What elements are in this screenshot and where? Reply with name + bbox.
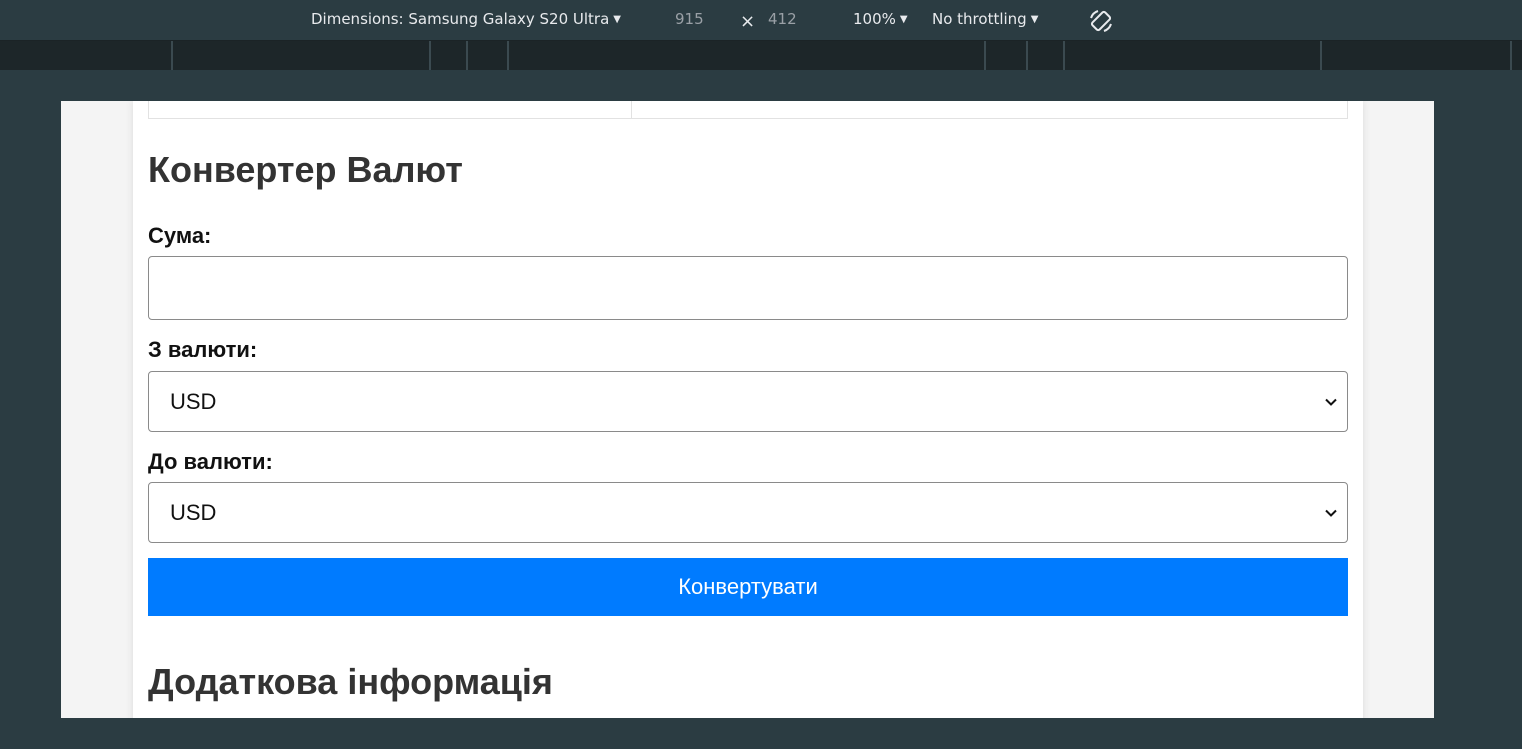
throttling-label: No throttling — [932, 10, 1027, 28]
previous-table-bottom — [148, 101, 1348, 119]
times-icon: × — [740, 11, 756, 32]
ruler-mark — [466, 41, 468, 70]
chevron-down-icon — [1325, 398, 1337, 406]
ruler-mark — [171, 41, 173, 70]
ruler-mark — [1063, 41, 1065, 70]
chevron-down-icon: ▼ — [899, 14, 908, 25]
ruler-mark — [1320, 41, 1322, 70]
content-card: Конвертер Валют Сума: З валюти: USD До в… — [133, 101, 1363, 718]
ruler-mark — [1026, 41, 1028, 70]
zoom-dropdown[interactable]: 100% ▼ — [853, 10, 908, 28]
from-currency-select[interactable]: USD — [148, 371, 1348, 432]
chevron-down-icon — [1325, 509, 1337, 517]
throttling-dropdown[interactable]: No throttling ▼ — [932, 10, 1038, 28]
additional-info-title: Додаткова інформація — [148, 661, 553, 702]
converter-title: Конвертер Валют — [148, 149, 463, 190]
media-query-bar — [0, 41, 1522, 70]
table-column-divider — [631, 101, 632, 118]
to-currency-select[interactable]: USD — [148, 482, 1348, 543]
to-currency-value: USD — [170, 500, 217, 525]
convert-button[interactable]: Конвертувати — [148, 558, 1348, 616]
device-toolbar: Dimensions: Samsung Galaxy S20 Ultra ▼ 91… — [0, 0, 1522, 41]
ruler-mark — [507, 41, 509, 70]
width-input[interactable]: 915 — [675, 10, 704, 28]
to-currency-label: До валюти: — [148, 449, 273, 474]
zoom-label: 100% — [853, 10, 896, 28]
from-currency-value: USD — [170, 389, 217, 414]
chevron-down-icon: ▼ — [613, 14, 621, 25]
dimensions-dropdown[interactable]: Dimensions: Samsung Galaxy S20 Ultra ▼ — [311, 10, 621, 28]
height-input[interactable]: 412 — [768, 10, 797, 28]
from-currency-label: З валюти: — [148, 337, 258, 362]
amount-input[interactable] — [148, 256, 1348, 320]
dimensions-label: Dimensions: Samsung Galaxy S20 Ultra — [311, 10, 610, 28]
rotate-icon[interactable] — [1087, 7, 1115, 35]
ruler-mark — [984, 41, 986, 70]
ruler-mark — [429, 41, 431, 70]
chevron-down-icon: ▼ — [1030, 14, 1039, 25]
device-viewport: Конвертер Валют Сума: З валюти: USD До в… — [61, 101, 1434, 718]
ruler-mark — [1510, 41, 1512, 70]
amount-label: Сума: — [148, 223, 212, 248]
